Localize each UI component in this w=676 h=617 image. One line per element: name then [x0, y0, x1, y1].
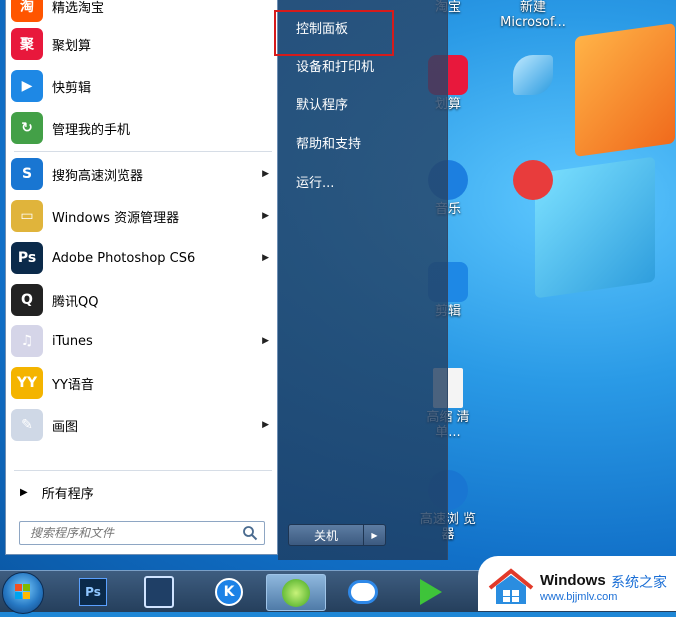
taskbar-sogou-browser[interactable]	[266, 574, 326, 611]
run-link[interactable]: 运行...	[286, 166, 436, 196]
program-label: 画图	[52, 419, 79, 435]
start-button[interactable]	[2, 572, 44, 614]
devices-printers-label: 设备和打印机	[296, 59, 375, 75]
program-item[interactable]: ✎ 画图 ▶	[6, 405, 279, 445]
triangle-right-icon: ▶	[371, 530, 378, 540]
shutdown-group: 关机 ▶	[288, 524, 386, 546]
program-label: 聚划算	[52, 38, 92, 54]
program-label: 腾讯QQ	[52, 294, 99, 310]
juhuasuan-icon: 聚	[11, 28, 43, 60]
desktop-icon-label: 新建 Microsof...	[500, 0, 566, 30]
start-menu: 淘精选淘宝聚聚划算 ▶ 快剪辑 ↻ 管理我的手机 S 搜狗高速浏览器 ▶ ▭ Windows 资源…	[0, 0, 448, 560]
program-label: YY语音	[52, 377, 94, 393]
sogou-browser-icon	[282, 578, 310, 607]
photoshop-icon: Ps	[79, 577, 107, 606]
program-label: Adobe Photoshop CS6	[52, 250, 196, 266]
photoshop-icon: Ps	[11, 242, 43, 274]
program-label: 管理我的手机	[52, 122, 131, 138]
program-item[interactable]: ▶ 快剪辑	[6, 66, 279, 106]
control-panel-highlight-box	[274, 10, 394, 56]
program-label: 精选淘宝	[52, 0, 105, 16]
search-input[interactable]	[28, 525, 242, 541]
program-item[interactable]: 聚聚划算	[6, 24, 279, 64]
submenu-arrow-icon: ▶	[262, 211, 269, 221]
kugou-icon: K	[215, 577, 243, 606]
media-player-icon	[420, 578, 442, 605]
default-programs-link[interactable]: 默认程序	[286, 88, 436, 118]
house-logo-icon	[488, 568, 534, 604]
kuaijianji-icon: ▶	[11, 70, 43, 102]
folder-icon: ▭	[11, 200, 43, 232]
run-label: 运行...	[296, 175, 335, 191]
taskbar-video-editor[interactable]	[130, 574, 188, 609]
default-programs-label: 默认程序	[296, 97, 349, 113]
search-icon[interactable]	[242, 525, 258, 541]
windows-logo-icon	[15, 584, 30, 599]
program-item[interactable]: ▭ Windows 资源管理器 ▶	[6, 196, 279, 236]
program-item[interactable]: Ps Adobe Photoshop CS6 ▶	[6, 238, 279, 278]
all-programs-button[interactable]: ▶ 所有程序	[14, 478, 274, 506]
taskbar-media-player[interactable]	[402, 574, 460, 609]
program-item[interactable]: ♫ iTunes ▶	[6, 321, 279, 361]
all-programs-label: 所有程序	[41, 486, 94, 502]
triangle-right-icon: ▶	[20, 486, 28, 498]
program-label: iTunes	[52, 333, 93, 349]
watermark: Windows 系统之家 www.bjjmlv.com	[478, 556, 676, 611]
bird-icon	[513, 55, 553, 95]
help-support-label: 帮助和支持	[296, 136, 362, 152]
help-support-link[interactable]: 帮助和支持	[286, 127, 436, 157]
shutdown-button[interactable]: 关机	[288, 524, 364, 546]
shutdown-options-button[interactable]: ▶	[364, 524, 386, 546]
video-editor-icon	[144, 575, 174, 608]
taobao-icon: 淘	[11, 0, 43, 22]
program-item[interactable]: ↻ 管理我的手机	[6, 108, 279, 148]
program-item[interactable]: S 搜狗高速浏览器 ▶	[6, 154, 279, 194]
qq-icon: Q	[11, 284, 43, 316]
desktop-shortcut-bird[interactable]	[503, 55, 563, 97]
submenu-arrow-icon: ▶	[262, 169, 269, 179]
submenu-arrow-icon: ▶	[262, 420, 269, 430]
watermark-title: Windows	[540, 572, 606, 589]
program-label: Windows 资源管理器	[52, 210, 180, 226]
taskbar-kugou[interactable]: K	[200, 574, 258, 609]
taskbar-photoshop[interactable]: Ps	[64, 574, 122, 609]
desktop-icon-new-doc[interactable]: 新建 Microsof...	[495, 0, 571, 30]
start-menu-programs-pane: 淘精选淘宝聚聚划算 ▶ 快剪辑 ↻ 管理我的手机 S 搜狗高速浏览器 ▶ ▭ Windows 资源…	[5, 0, 278, 555]
paint-icon: ✎	[11, 409, 43, 441]
start-menu-system-pane: 控制面板 设备和打印机 默认程序 帮助和支持 运行...	[278, 0, 448, 560]
program-label: 搜狗高速浏览器	[52, 168, 144, 184]
submenu-arrow-icon: ▶	[262, 253, 269, 263]
shutdown-label: 关机	[313, 528, 338, 543]
program-label: 快剪辑	[52, 80, 92, 96]
separator	[14, 151, 272, 152]
baidu-cloud-icon	[348, 579, 378, 604]
desktop-shortcut-player[interactable]	[503, 160, 563, 202]
taskbar-baidu-cloud[interactable]	[334, 574, 392, 609]
watermark-url: www.bjjmlv.com	[540, 591, 618, 603]
search-box[interactable]	[19, 521, 265, 545]
itunes-icon: ♫	[11, 325, 43, 357]
submenu-arrow-icon: ▶	[262, 336, 269, 346]
yy-icon: YY	[11, 367, 43, 399]
phone-manager-icon: ↻	[11, 112, 43, 144]
watermark-cn: 系统之家	[611, 575, 667, 591]
program-item[interactable]: YY YY语音	[6, 363, 279, 403]
separator	[14, 470, 272, 471]
program-item[interactable]: Q 腾讯QQ	[6, 280, 279, 320]
sogou-browser-icon: S	[11, 158, 43, 190]
program-item[interactable]: 淘精选淘宝	[6, 0, 279, 26]
media-player-icon	[513, 160, 553, 200]
